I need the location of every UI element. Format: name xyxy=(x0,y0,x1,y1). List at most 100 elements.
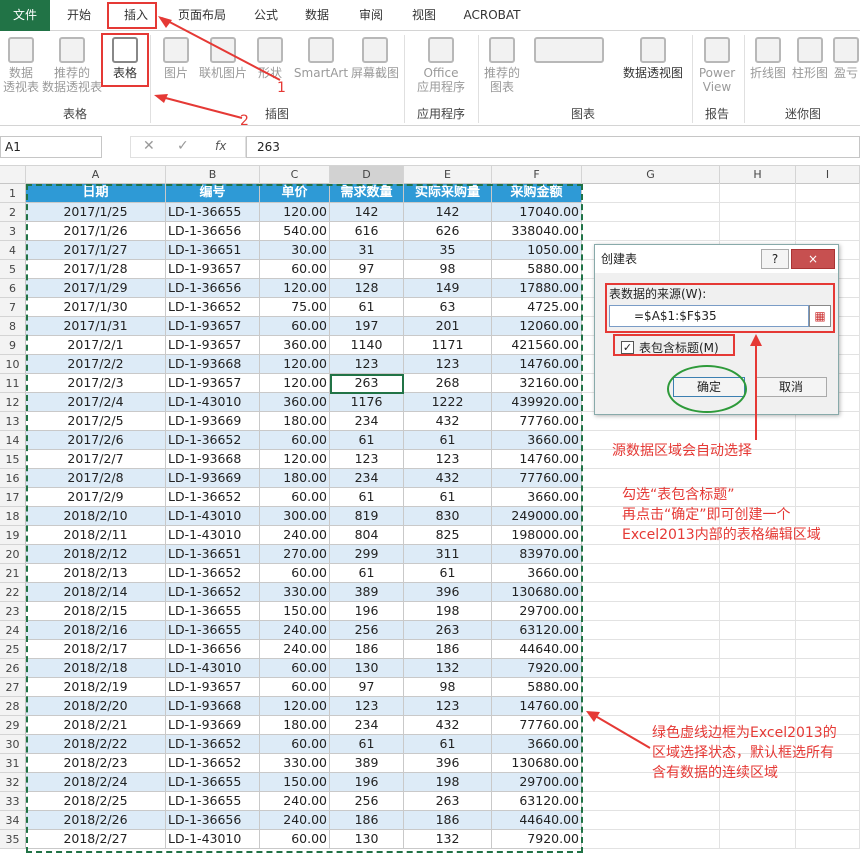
empty-cell[interactable] xyxy=(796,640,860,659)
power-view-button[interactable]: Power View xyxy=(696,37,738,94)
row-header[interactable]: 22 xyxy=(0,583,26,602)
table-cell[interactable]: LD-1-93657 xyxy=(166,317,260,336)
table-cell[interactable]: 12060.00 xyxy=(492,317,582,336)
empty-cell[interactable] xyxy=(720,184,796,203)
table-cell[interactable]: 149 xyxy=(404,279,492,298)
row-header[interactable]: 25 xyxy=(0,640,26,659)
table-cell[interactable]: 626 xyxy=(404,222,492,241)
header-cell[interactable]: 需求数量 xyxy=(330,184,404,203)
table-cell[interactable]: 201 xyxy=(404,317,492,336)
table-cell[interactable]: 432 xyxy=(404,716,492,735)
row-header[interactable]: 5 xyxy=(0,260,26,279)
table-cell[interactable]: LD-1-36652 xyxy=(166,488,260,507)
column-header-I[interactable]: I xyxy=(796,166,860,184)
row-header[interactable]: 15 xyxy=(0,450,26,469)
row-header[interactable]: 27 xyxy=(0,678,26,697)
empty-cell[interactable] xyxy=(582,545,720,564)
row-header[interactable]: 13 xyxy=(0,412,26,431)
row-header[interactable]: 21 xyxy=(0,564,26,583)
table-cell[interactable]: 123 xyxy=(404,450,492,469)
tab-3[interactable]: 页面布局 xyxy=(164,0,240,31)
row-header[interactable]: 10 xyxy=(0,355,26,374)
table-cell[interactable]: 2017/2/1 xyxy=(26,336,166,355)
table-cell[interactable]: 77760.00 xyxy=(492,469,582,488)
empty-cell[interactable] xyxy=(582,830,720,849)
table-cell[interactable]: 4725.00 xyxy=(492,298,582,317)
empty-cell[interactable] xyxy=(720,583,796,602)
row-header[interactable]: 9 xyxy=(0,336,26,355)
table-cell[interactable]: 7920.00 xyxy=(492,659,582,678)
table-cell[interactable]: 63120.00 xyxy=(492,792,582,811)
row-header[interactable]: 14 xyxy=(0,431,26,450)
table-cell[interactable]: 2018/2/27 xyxy=(26,830,166,849)
table-cell[interactable]: 180.00 xyxy=(260,412,330,431)
tab-4[interactable]: 公式 xyxy=(240,0,292,31)
table-cell[interactable]: LD-1-36655 xyxy=(166,203,260,222)
row-header[interactable]: 16 xyxy=(0,469,26,488)
row-header[interactable]: 7 xyxy=(0,298,26,317)
table-cell[interactable]: 123 xyxy=(404,697,492,716)
table-cell[interactable]: LD-1-93668 xyxy=(166,355,260,374)
tab-7[interactable]: 视图 xyxy=(400,0,448,31)
table-cell[interactable]: 61 xyxy=(330,564,404,583)
table-cell[interactable]: LD-1-43010 xyxy=(166,659,260,678)
table-cell[interactable]: 60.00 xyxy=(260,564,330,583)
table-cell[interactable]: 2017/1/26 xyxy=(26,222,166,241)
table-cell[interactable]: 7920.00 xyxy=(492,830,582,849)
tab-0[interactable]: 文件 xyxy=(0,0,50,31)
table-cell[interactable]: 123 xyxy=(330,355,404,374)
table-cell[interactable]: 2018/2/11 xyxy=(26,526,166,545)
table-cell[interactable]: 1140 xyxy=(330,336,404,355)
table-cell[interactable]: LD-1-93668 xyxy=(166,697,260,716)
header-cell[interactable]: 日期 xyxy=(26,184,166,203)
screenshot-button[interactable]: 屏幕截图 xyxy=(350,37,400,80)
column-header-A[interactable]: A xyxy=(26,166,166,184)
table-cell[interactable]: 60.00 xyxy=(260,317,330,336)
table-cell[interactable]: LD-1-36656 xyxy=(166,811,260,830)
empty-cell[interactable] xyxy=(796,469,860,488)
table-cell[interactable]: 198000.00 xyxy=(492,526,582,545)
table-cell[interactable]: 311 xyxy=(404,545,492,564)
dialog-close-button[interactable]: × xyxy=(791,249,835,269)
empty-cell[interactable] xyxy=(796,222,860,241)
empty-cell[interactable] xyxy=(720,564,796,583)
row-header[interactable]: 19 xyxy=(0,526,26,545)
sparkline-winloss-button[interactable]: 盈亏 xyxy=(832,37,860,80)
table-cell[interactable]: 2017/1/25 xyxy=(26,203,166,222)
cancel-button[interactable]: 取消 xyxy=(755,377,827,397)
shapes-button[interactable]: 形状 xyxy=(252,37,288,80)
table-cell[interactable]: 61 xyxy=(330,735,404,754)
column-header-E[interactable]: E xyxy=(404,166,492,184)
table-cell[interactable]: 2017/2/4 xyxy=(26,393,166,412)
formula-input[interactable]: 263 xyxy=(246,136,860,158)
table-cell[interactable]: LD-1-43010 xyxy=(166,507,260,526)
tab-6[interactable]: 审阅 xyxy=(342,0,400,31)
table-cell[interactable]: 5880.00 xyxy=(492,260,582,279)
table-cell[interactable]: 396 xyxy=(404,583,492,602)
table-cell[interactable]: 240.00 xyxy=(260,621,330,640)
empty-cell[interactable] xyxy=(796,450,860,469)
table-cell[interactable]: LD-1-36652 xyxy=(166,583,260,602)
insert-function-icon[interactable]: fx xyxy=(215,139,226,153)
empty-cell[interactable] xyxy=(582,697,720,716)
table-cell[interactable]: 5880.00 xyxy=(492,678,582,697)
table-cell[interactable]: 61 xyxy=(330,431,404,450)
empty-cell[interactable] xyxy=(796,203,860,222)
table-cell[interactable]: 61 xyxy=(330,298,404,317)
empty-cell[interactable] xyxy=(582,602,720,621)
chart-types-gallery[interactable] xyxy=(524,37,614,66)
table-cell[interactable]: 75.00 xyxy=(260,298,330,317)
header-cell[interactable]: 编号 xyxy=(166,184,260,203)
table-cell[interactable]: LD-1-43010 xyxy=(166,526,260,545)
column-header-C[interactable]: C xyxy=(260,166,330,184)
row-header[interactable]: 18 xyxy=(0,507,26,526)
empty-cell[interactable] xyxy=(796,564,860,583)
table-cell[interactable]: 150.00 xyxy=(260,602,330,621)
table-cell[interactable]: 77760.00 xyxy=(492,716,582,735)
table-cell[interactable]: 60.00 xyxy=(260,659,330,678)
row-header[interactable]: 3 xyxy=(0,222,26,241)
table-cell[interactable]: 263 xyxy=(404,792,492,811)
dialog-help-button[interactable]: ? xyxy=(761,249,789,269)
table-cell[interactable]: 2018/2/21 xyxy=(26,716,166,735)
table-cell[interactable]: 1171 xyxy=(404,336,492,355)
